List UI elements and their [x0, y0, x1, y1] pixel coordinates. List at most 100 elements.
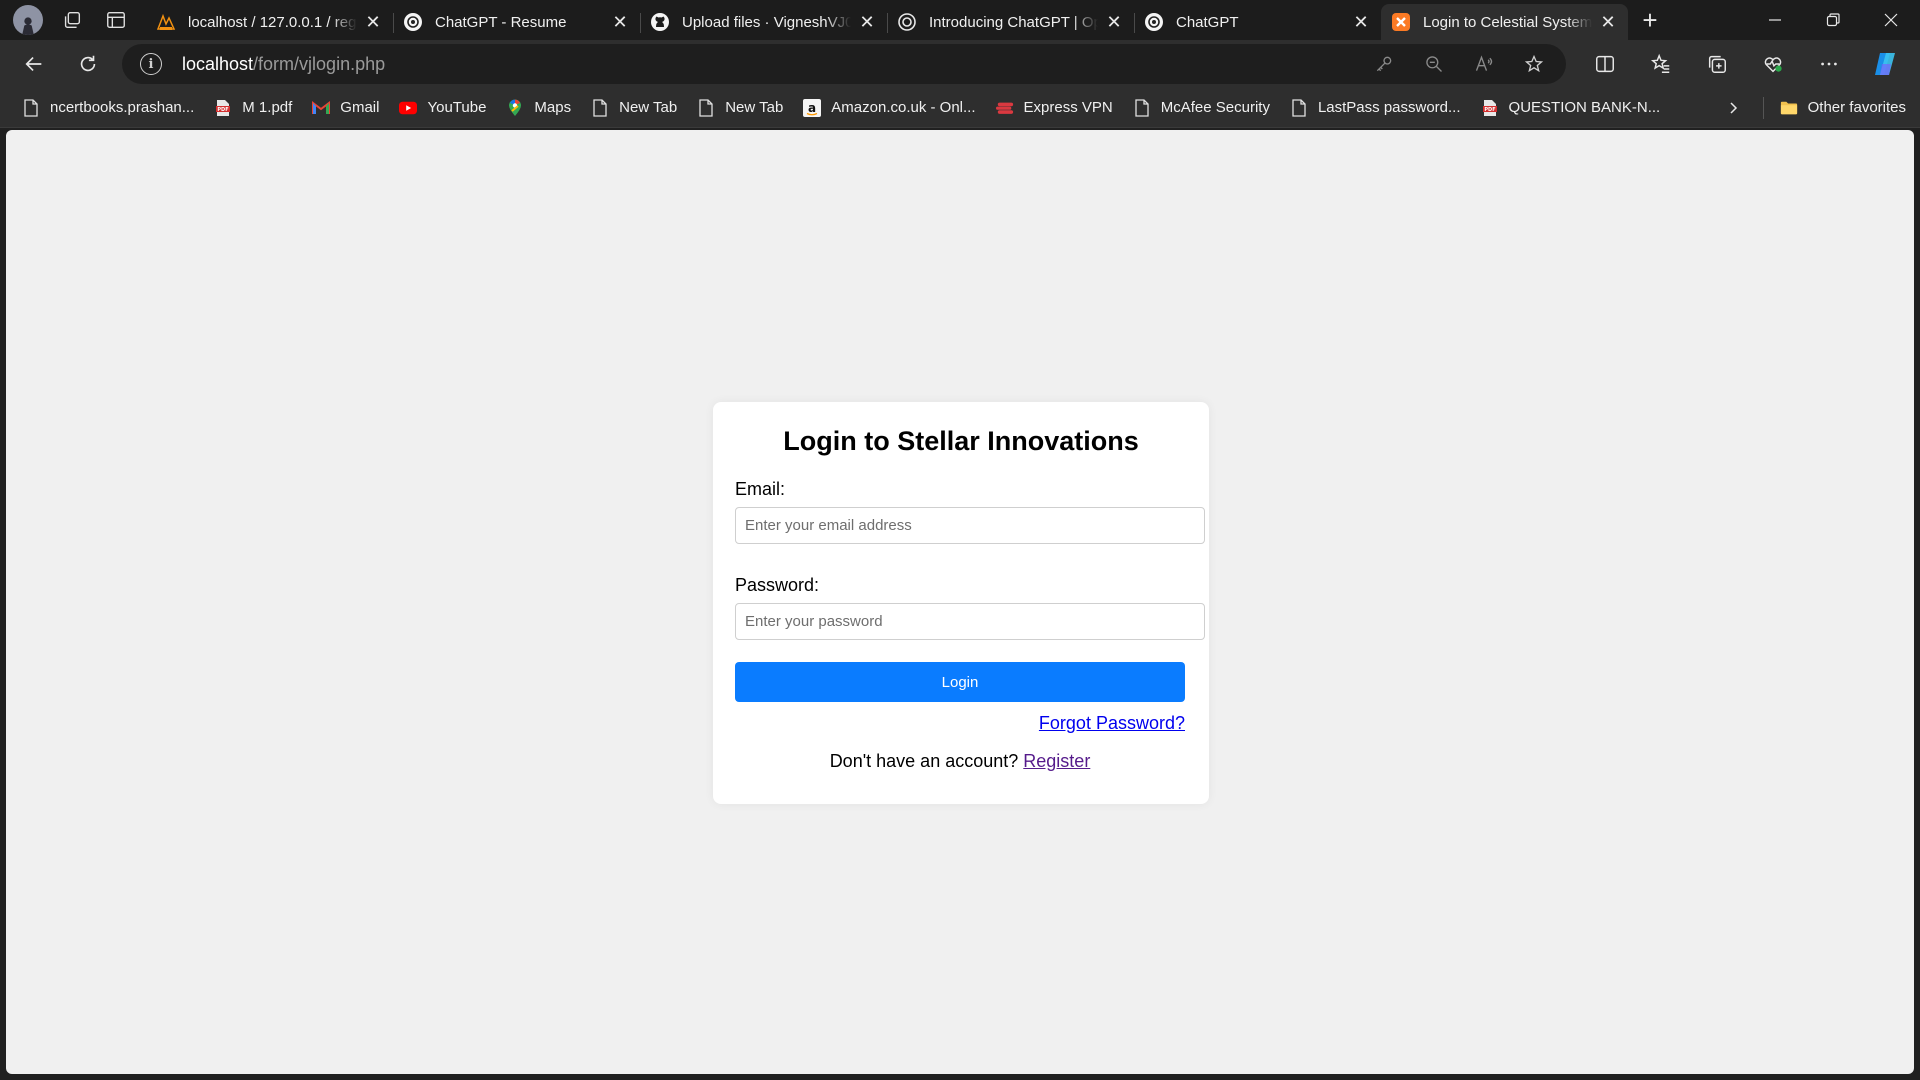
restore-icon [1826, 13, 1840, 27]
tab-close-icon[interactable]: ✕ [857, 12, 877, 32]
tab-close-icon[interactable]: ✕ [1104, 12, 1124, 32]
profile-button[interactable] [6, 0, 50, 40]
browser-essentials-button[interactable] [1748, 44, 1798, 84]
restore-button[interactable] [1804, 0, 1862, 40]
folder-icon [1780, 99, 1798, 117]
forgot-password-link[interactable]: Forgot Password? [1039, 713, 1185, 733]
bookmark-label: New Tab [725, 99, 784, 116]
tab-close-icon[interactable]: ✕ [610, 12, 630, 32]
vertical-tabs-icon [107, 11, 125, 29]
zoom-button[interactable] [1412, 46, 1456, 82]
favorites-button[interactable] [1636, 44, 1686, 84]
tab-close-icon[interactable]: ✕ [1351, 12, 1371, 32]
register-row: Don't have an account? Register [735, 751, 1185, 772]
tab-phpmyadmin[interactable]: localhost / 127.0.0.1 / reg ✕ [146, 4, 393, 40]
tab-title: Login to Celestial Systems [1423, 13, 1592, 31]
bookmark-label: QUESTION BANK-N... [1508, 99, 1661, 116]
tab-github-upload[interactable]: Upload files · VigneshVJ0 ✕ [640, 4, 887, 40]
favorites-list-icon [1650, 53, 1670, 73]
favorite-star-button[interactable] [1512, 46, 1556, 82]
copilot-button[interactable] [1860, 44, 1910, 84]
forgot-password-row: Forgot Password? [735, 713, 1185, 734]
email-field[interactable] [735, 507, 1205, 544]
browser-toolbar: i localhost/form/vjlogin.php [0, 40, 1920, 88]
other-favorites-folder[interactable]: Other favorites [1772, 92, 1914, 124]
email-label: Email: [735, 479, 786, 499]
pdf-icon: PDF [214, 99, 232, 117]
expressvpn-icon [995, 99, 1014, 117]
register-link[interactable]: Register [1023, 751, 1090, 771]
bookmark-label: McAfee Security [1160, 99, 1270, 116]
close-icon [1884, 13, 1898, 27]
bookmark-item[interactable]: PDF M 1.pdf [206, 92, 300, 124]
workspaces-button[interactable] [50, 0, 94, 40]
bookmark-item[interactable]: New Tab [689, 92, 791, 124]
bookmark-label: Other favorites [1807, 99, 1906, 116]
url-path: /form/vjlogin.php [253, 53, 386, 74]
settings-more-button[interactable] [1804, 44, 1854, 84]
bookmark-item[interactable]: a Amazon.co.uk - Onl... [795, 92, 983, 124]
tab-strip: localhost / 127.0.0.1 / reg ✕ ChatGPT - … [0, 0, 1920, 40]
profile-avatar [13, 5, 43, 35]
bookmark-label: Amazon.co.uk - Onl... [831, 99, 976, 116]
page-icon [697, 98, 715, 117]
read-aloud-button[interactable] [1462, 46, 1506, 82]
back-button[interactable] [14, 44, 54, 84]
bookmark-label: Express VPN [1023, 99, 1113, 116]
tab-close-icon[interactable]: ✕ [363, 12, 383, 32]
amazon-icon: a [803, 98, 822, 117]
address-bar[interactable]: i localhost/form/vjlogin.php [122, 44, 1566, 84]
arrow-left-icon [25, 56, 42, 72]
password-key-button[interactable] [1362, 46, 1406, 82]
collections-icon [1708, 55, 1726, 73]
tab-actions-button[interactable] [94, 0, 138, 40]
new-tab-button[interactable]: + [1628, 0, 1672, 40]
tab-title: ChatGPT [1176, 13, 1239, 31]
close-window-button[interactable] [1862, 0, 1920, 40]
bookmark-item[interactable]: Express VPN [988, 92, 1121, 124]
split-screen-button[interactable] [1580, 44, 1630, 84]
page-icon [1133, 98, 1151, 117]
login-heading: Login to Stellar Innovations [783, 426, 1139, 456]
bookmark-item[interactable]: LastPass password... [1282, 92, 1469, 124]
openai-icon [897, 12, 917, 32]
bookmark-item[interactable]: New Tab [583, 92, 685, 124]
tab-chatgpt[interactable]: ChatGPT ✕ [1134, 4, 1381, 40]
chatgpt-icon [403, 12, 423, 32]
password-field[interactable] [735, 603, 1205, 640]
tab-login-celestial[interactable]: Login to Celestial Systems ✕ [1381, 4, 1628, 40]
toolbar-right-actions [1580, 44, 1910, 84]
plus-icon: + [1642, 4, 1658, 35]
split-screen-icon [1596, 55, 1614, 73]
page-icon [1290, 98, 1308, 117]
bookmark-item[interactable]: Gmail [304, 92, 387, 124]
svg-text:PDF: PDF [218, 107, 229, 113]
page-viewport: Login to Stellar Innovations Email: Pass… [6, 130, 1914, 1074]
bookmark-item[interactable]: McAfee Security [1125, 92, 1278, 124]
bookmark-item[interactable]: PDF QUESTION BANK-N... [1473, 92, 1669, 124]
address-bar-actions [1362, 46, 1556, 82]
tab-chatgpt-resume[interactable]: ChatGPT - Resume ✕ [393, 4, 640, 40]
site-info-icon[interactable]: i [140, 53, 162, 75]
xampp-icon [1391, 12, 1411, 32]
collections-button[interactable] [1692, 44, 1742, 84]
url-text[interactable]: localhost/form/vjlogin.php [182, 54, 1362, 75]
chatgpt-icon [1144, 12, 1164, 32]
bookmark-label: Maps [534, 99, 572, 116]
bookmark-item[interactable]: ncertbooks.prashan... [14, 92, 202, 124]
bookmarks-divider [1762, 96, 1764, 119]
minimize-icon [1769, 19, 1781, 21]
read-aloud-icon [1475, 55, 1493, 71]
tab-title: ChatGPT - Resume [435, 13, 567, 31]
bookmarks-overflow-button[interactable] [1711, 92, 1755, 124]
refresh-button[interactable] [68, 44, 108, 84]
tab-close-icon[interactable]: ✕ [1598, 12, 1618, 32]
bookmark-item[interactable]: YouTube [391, 92, 494, 124]
register-prompt: Don't have an account? [829, 751, 1019, 771]
bookmark-item[interactable]: Maps [498, 92, 579, 124]
minimize-button[interactable] [1746, 0, 1804, 40]
tab-introducing-chatgpt[interactable]: Introducing ChatGPT | Op ✕ [887, 4, 1134, 40]
tab-title: Introducing ChatGPT | Op [929, 13, 1098, 31]
svg-text:PDF: PDF [1484, 107, 1495, 113]
login-button[interactable]: Login [735, 662, 1185, 702]
